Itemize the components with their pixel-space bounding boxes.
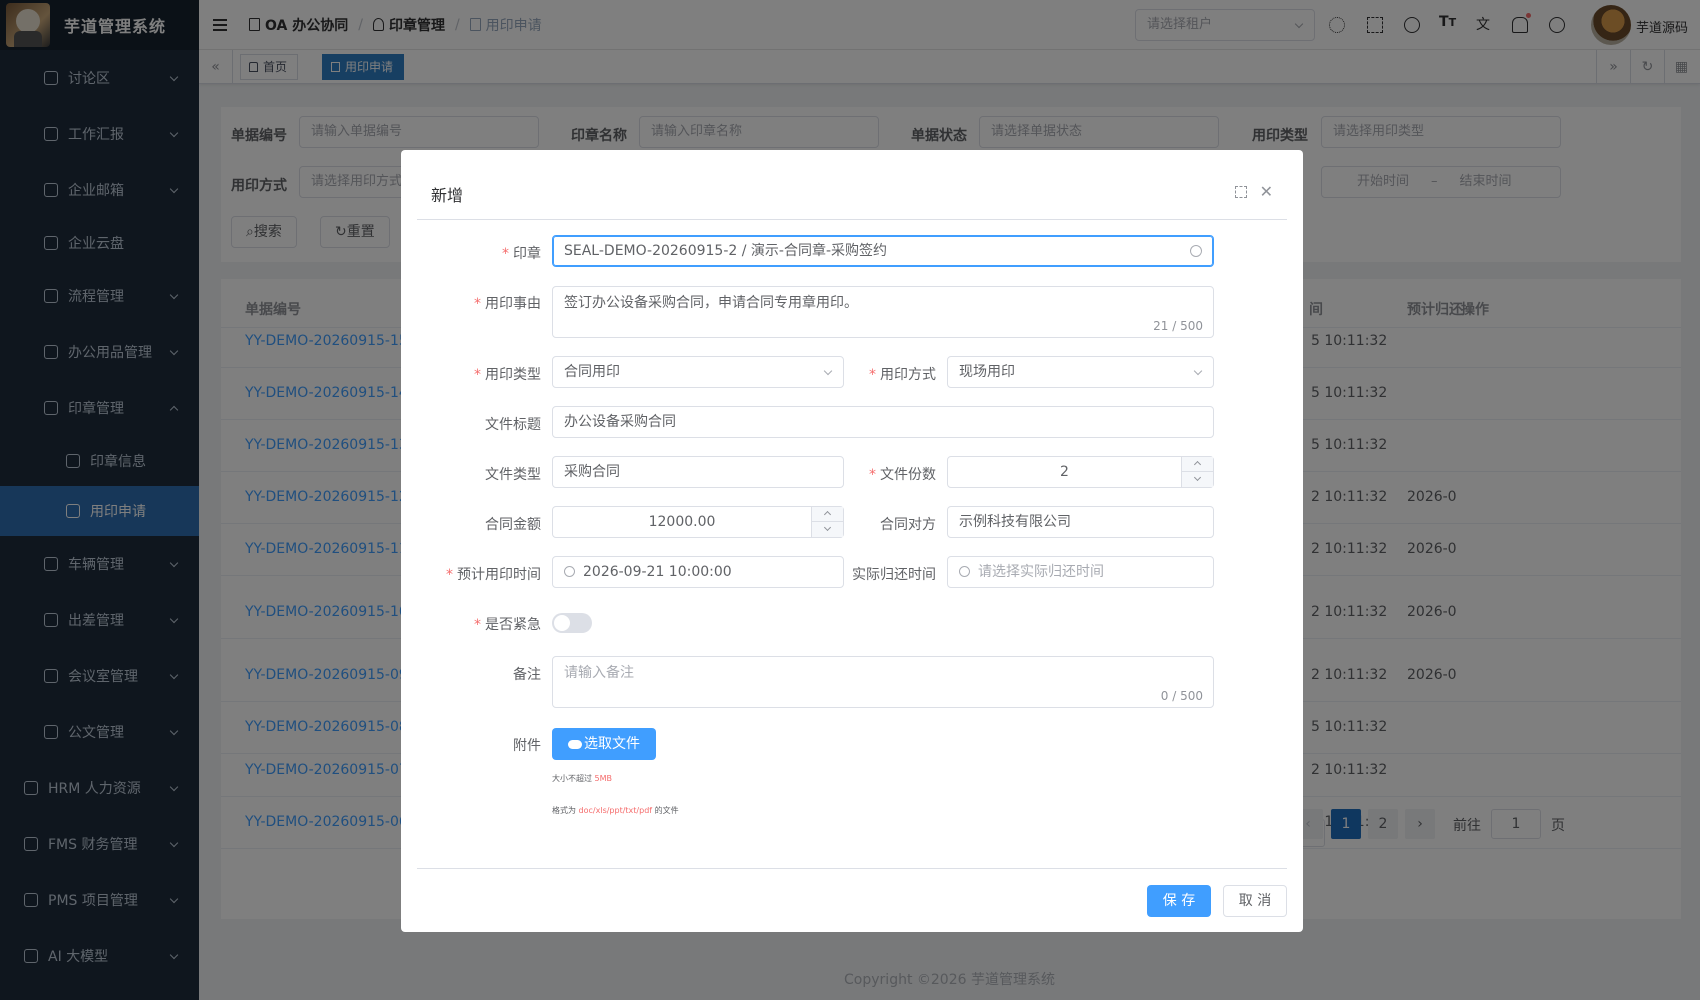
remark-label: 备注 xyxy=(513,667,541,683)
label-text: 用印方式 xyxy=(880,367,936,383)
seal-value: SEAL-DEMO-20260915-2 / 演示-合同章-采购签约 xyxy=(564,243,888,259)
reason-value: 签订办公设备采购合同，申请合同专用章用印。 xyxy=(564,295,858,311)
use-type-label: * 用印类型 xyxy=(474,367,541,383)
label-text: 用印事由 xyxy=(485,296,541,312)
file-copies-stepper[interactable]: 2 xyxy=(947,456,1214,488)
file-type-label: 文件类型 xyxy=(485,467,541,483)
format-tip: 格式为 doc/xls/ppt/txt/pdf 的文件 xyxy=(552,805,679,816)
stepper-controls[interactable] xyxy=(1181,457,1213,487)
reason-textarea[interactable]: 签订办公设备采购合同，申请合同专用章用印。 21 / 500 xyxy=(552,286,1214,338)
fullscreen-icon[interactable] xyxy=(1235,186,1247,198)
use-type-select[interactable]: 合同用印 xyxy=(552,356,844,388)
urgent-switch[interactable] xyxy=(552,613,592,633)
clear-icon[interactable] xyxy=(1190,245,1202,257)
remark-placeholder: 请输入备注 xyxy=(564,665,634,681)
file-type-input[interactable]: 采购合同 xyxy=(552,456,844,488)
close-icon[interactable]: ✕ xyxy=(1260,182,1273,201)
tip-highlight: 5MB xyxy=(594,774,613,783)
stepper-divider xyxy=(1182,471,1213,472)
seal-select[interactable]: SEAL-DEMO-20260915-2 / 演示-合同章-采购签约 xyxy=(552,235,1214,267)
clock-icon xyxy=(564,566,575,577)
create-dialog: 新增 ✕ * 印章 SEAL-DEMO-20260915-2 / 演示-合同章-采… xyxy=(401,150,1303,932)
stepper-value: 2 xyxy=(1060,464,1069,480)
dialog-footer-divider xyxy=(417,868,1287,869)
decrease-icon[interactable] xyxy=(1193,473,1202,482)
save-button[interactable]: 保 存 xyxy=(1147,885,1211,917)
label-text: 印章 xyxy=(513,246,541,262)
contract-amount-stepper[interactable]: 12000.00 xyxy=(552,506,844,538)
input-value: 采购合同 xyxy=(564,464,620,480)
label-text: 预计用印时间 xyxy=(457,567,541,583)
picker-placeholder: 请选择实际归还时间 xyxy=(978,564,1104,580)
cancel-button[interactable]: 取 消 xyxy=(1223,885,1287,917)
counterparty-label: 合同对方 xyxy=(880,517,936,533)
label-text: 文件份数 xyxy=(880,467,936,483)
tip-text: 大小不超过 xyxy=(552,774,592,783)
select-value: 合同用印 xyxy=(564,364,620,380)
tip-text: 的文件 xyxy=(654,806,679,815)
select-value: 现场用印 xyxy=(959,364,1015,380)
use-method-label: * 用印方式 xyxy=(869,367,936,383)
input-value: 办公设备采购合同 xyxy=(564,414,676,430)
size-tip: 大小不超过 5MB xyxy=(552,773,612,784)
file-copies-label: * 文件份数 xyxy=(869,467,936,483)
seal-label: * 印章 xyxy=(502,246,541,262)
cloud-upload-icon xyxy=(568,739,582,749)
file-title-label: 文件标题 xyxy=(485,417,541,433)
clock-icon xyxy=(959,566,970,577)
file-title-input[interactable]: 办公设备采购合同 xyxy=(552,406,1214,438)
input-value: 示例科技有限公司 xyxy=(959,514,1071,530)
tip-highlight: doc/xls/ppt/txt/pdf xyxy=(578,806,653,815)
tip-text: 格式为 xyxy=(552,806,576,815)
stepper-value: 12000.00 xyxy=(648,514,716,530)
increase-icon[interactable] xyxy=(1193,460,1202,469)
planned-time-label: * 预计用印时间 xyxy=(446,567,541,583)
char-count: 21 / 500 xyxy=(1153,319,1203,333)
use-method-select[interactable]: 现场用印 xyxy=(947,356,1214,388)
chevron-down-icon xyxy=(1193,366,1203,376)
attachment-label: 附件 xyxy=(513,738,541,754)
dialog-title: 新增 xyxy=(431,186,464,205)
picker-value: 2026-09-21 10:00:00 xyxy=(583,564,732,580)
char-count: 0 / 500 xyxy=(1160,689,1203,703)
reason-label: * 用印事由 xyxy=(474,296,541,312)
button-label: 选取文件 xyxy=(584,736,640,752)
label-text: 是否紧急 xyxy=(485,617,541,633)
counterparty-input[interactable]: 示例科技有限公司 xyxy=(947,506,1214,538)
actual-return-picker[interactable]: 请选择实际归还时间 xyxy=(947,556,1214,588)
actual-return-label: 实际归还时间 xyxy=(852,567,936,583)
remark-textarea[interactable]: 请输入备注 0 / 500 xyxy=(552,656,1214,708)
contract-amount-label: 合同金额 xyxy=(485,517,541,533)
upload-button[interactable]: 选取文件 xyxy=(552,728,656,760)
dialog-header-divider xyxy=(417,219,1287,220)
label-text: 用印类型 xyxy=(485,367,541,383)
urgent-label: * 是否紧急 xyxy=(474,617,541,633)
planned-time-picker[interactable]: 2026-09-21 10:00:00 xyxy=(552,556,844,588)
